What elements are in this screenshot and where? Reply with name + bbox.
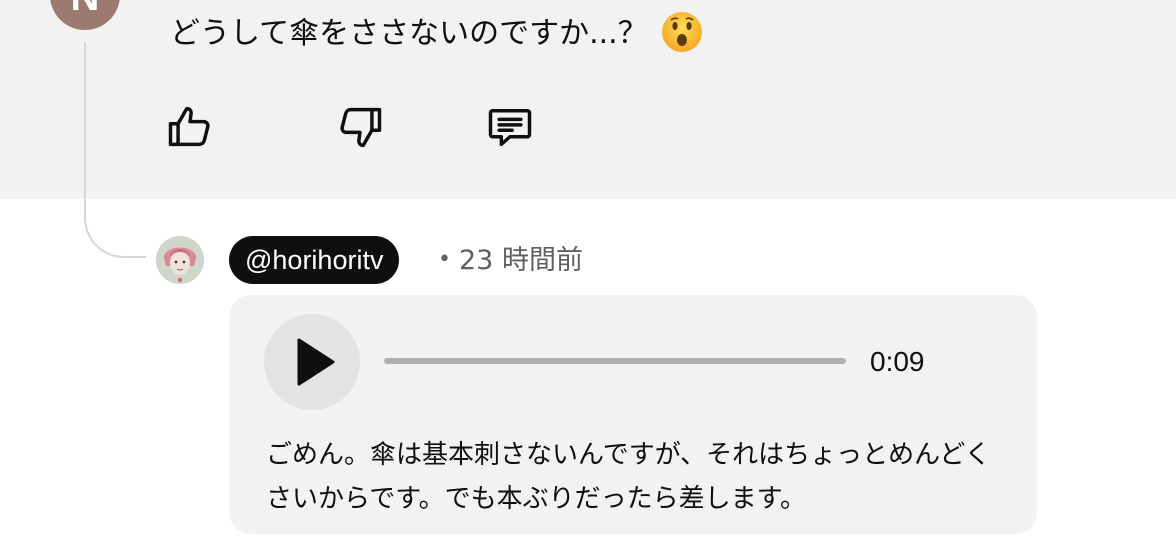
thread-connector-line — [84, 42, 146, 258]
reply-author-avatar[interactable] — [156, 236, 204, 284]
like-button[interactable] — [158, 95, 222, 159]
play-icon — [297, 338, 335, 386]
avatar-initial: N — [71, 0, 100, 20]
voice-reply-card: 0:09 ごめん。傘は基本刺さないんですが、それはちょっとめんどくさいからです。… — [229, 295, 1037, 534]
thumbs-down-icon — [340, 107, 382, 148]
commenter-avatar[interactable]: N — [50, 0, 120, 30]
voice-transcript: ごめん。傘は基本刺さないんですが、それはちょっとめんどくさいからです。でも本ぶり… — [266, 440, 991, 514]
audio-duration: 0:09 — [870, 346, 925, 377]
audio-progress-bar[interactable] — [384, 358, 846, 364]
reply-timestamp: 23 時間前 — [459, 245, 583, 276]
comment-icon — [488, 109, 532, 147]
comment-text: どうして傘をささないのですか...？ — [170, 11, 703, 56]
dislike-button[interactable] — [328, 95, 392, 159]
parent-comment: N どうして傘をささないのですか...？ — [0, 0, 1176, 199]
thumbs-up-icon — [168, 106, 210, 147]
reply-author-handle[interactable]: @horihoritv — [229, 236, 400, 284]
comment-body: どうして傘をささないのですか...？ — [170, 16, 648, 51]
play-button[interactable] — [264, 314, 360, 410]
meta-separator: • — [438, 247, 451, 272]
reply-button[interactable] — [478, 95, 542, 159]
hushed-face-emoji-icon — [661, 11, 703, 53]
